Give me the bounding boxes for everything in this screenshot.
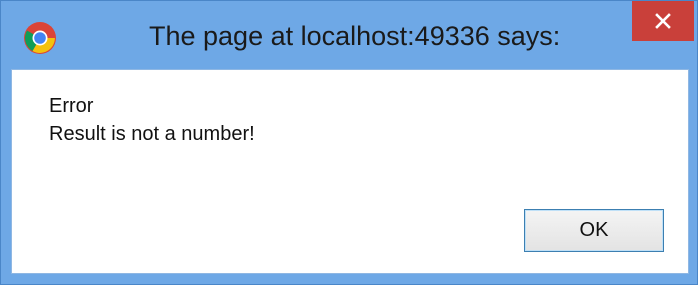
- chrome-icon: [24, 22, 56, 54]
- message-line-error: Error: [49, 95, 94, 117]
- message-line-detail: Result is not a number!: [49, 123, 255, 145]
- close-icon: [655, 13, 671, 29]
- dialog-content: Error Result is not a number! OK: [11, 69, 689, 274]
- alert-dialog: The page at localhost:49336 says: Error …: [0, 0, 698, 285]
- title-bar[interactable]: The page at localhost:49336 says:: [1, 1, 697, 67]
- close-button[interactable]: [632, 1, 694, 41]
- window-title: The page at localhost:49336 says:: [149, 21, 561, 51]
- ok-button[interactable]: OK: [524, 209, 664, 252]
